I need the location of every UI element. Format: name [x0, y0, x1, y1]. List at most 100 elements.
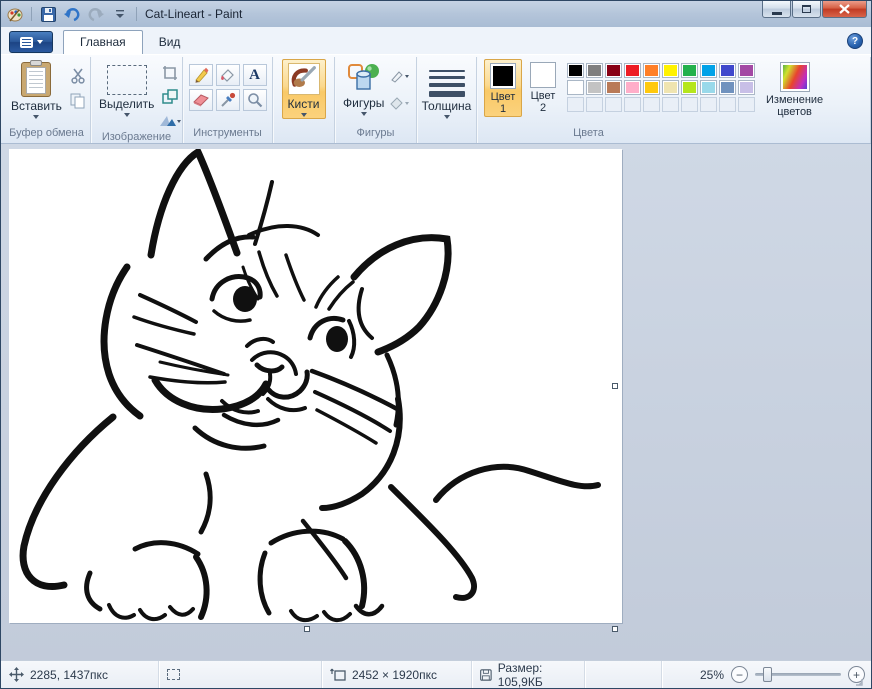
size-label: Толщина	[422, 99, 472, 113]
cat-drawing	[9, 149, 622, 623]
cut-button[interactable]	[67, 65, 89, 86]
palette-swatch[interactable]	[605, 63, 622, 78]
palette-empty-slot[interactable]	[700, 97, 717, 112]
palette-swatch[interactable]	[700, 63, 717, 78]
scissors-icon	[70, 68, 86, 84]
eraser-tool[interactable]	[189, 89, 213, 111]
palette-empty-slot[interactable]	[567, 97, 584, 112]
palette-swatch[interactable]	[586, 80, 603, 95]
color-picker-tool[interactable]	[216, 89, 240, 111]
group-label-colors: Цвета	[480, 127, 867, 143]
work-area	[1, 144, 871, 660]
paint-window: Cat-Lineart - Paint Главная Вид ? Встави…	[0, 0, 872, 689]
cursor-position-segment: 2285, 1437пкс	[1, 661, 159, 688]
maximize-button[interactable]	[792, 1, 821, 18]
window-controls	[761, 1, 867, 18]
palette-swatch[interactable]	[719, 63, 736, 78]
eraser-icon	[193, 93, 209, 107]
tab-home[interactable]: Главная	[63, 30, 143, 54]
group-size: Толщина	[417, 57, 477, 143]
ribbon-tab-row: Главная Вид ?	[1, 27, 871, 54]
copy-button[interactable]	[67, 90, 89, 111]
edit-colors-button[interactable]: Изменениецветов	[761, 59, 828, 119]
resize-button[interactable]	[159, 86, 181, 107]
magnifier-tool[interactable]	[243, 89, 267, 111]
pencil-icon	[193, 67, 209, 83]
text-tool[interactable]: A	[243, 64, 267, 86]
redo-button[interactable]	[86, 4, 106, 24]
zoom-slider[interactable]	[755, 673, 841, 676]
palette-swatch[interactable]	[586, 63, 603, 78]
qat-separator	[31, 7, 32, 21]
group-colors: Цвет1 Цвет2	[477, 57, 871, 143]
palette-empty-slot[interactable]	[738, 97, 755, 112]
palette-swatch[interactable]	[681, 80, 698, 95]
palette-empty-slot[interactable]	[643, 97, 660, 112]
color1-button[interactable]: Цвет1	[484, 59, 522, 117]
group-image: Выделить	[91, 57, 183, 143]
close-button[interactable]	[822, 1, 867, 18]
chevron-down-icon	[33, 115, 39, 119]
resize-icon	[162, 89, 178, 105]
palette-swatch[interactable]	[567, 63, 584, 78]
palette-swatch[interactable]	[567, 80, 584, 95]
palette-swatch[interactable]	[662, 80, 679, 95]
status-bar: 2285, 1437пкс 2452 × 1920пкс Размер: 105…	[1, 660, 871, 688]
shape-outline-button[interactable]	[389, 65, 411, 86]
palette-swatch[interactable]	[662, 63, 679, 78]
crop-button[interactable]	[159, 62, 181, 83]
group-shapes: Фигуры	[335, 57, 417, 143]
quick-access-toolbar	[5, 4, 139, 24]
color1-label: Цвет1	[491, 91, 516, 115]
palette-swatch[interactable]	[624, 80, 641, 95]
palette-empty-slot[interactable]	[605, 97, 622, 112]
fill-bucket-icon	[220, 67, 236, 83]
selection-size-segment	[159, 661, 322, 688]
select-label: Выделить	[99, 97, 154, 111]
copy-icon	[70, 93, 86, 109]
shapes-label: Фигуры	[343, 96, 384, 110]
brushes-button[interactable]: Кисти	[282, 59, 326, 119]
rotate-button[interactable]	[159, 110, 181, 131]
zoom-slider-thumb[interactable]	[763, 667, 772, 682]
palette-empty-slot[interactable]	[624, 97, 641, 112]
palette-swatch[interactable]	[605, 80, 622, 95]
palette-empty-slot[interactable]	[662, 97, 679, 112]
window-resize-grip[interactable]	[853, 676, 863, 686]
shapes-button[interactable]: Фигуры	[338, 59, 389, 117]
tab-view[interactable]: Вид	[143, 31, 197, 54]
size-button[interactable]: Толщина	[417, 59, 477, 120]
canvas-resize-handle-bottom[interactable]	[304, 626, 310, 632]
minimize-button[interactable]	[762, 1, 791, 18]
pencil-tool[interactable]	[189, 64, 213, 86]
color2-button[interactable]: Цвет2	[525, 59, 561, 115]
drawing-canvas[interactable]	[9, 149, 622, 623]
qat-customize-dropdown[interactable]	[110, 4, 130, 24]
fill-tool[interactable]	[216, 64, 240, 86]
palette-swatch[interactable]	[624, 63, 641, 78]
select-button[interactable]: Выделить	[94, 59, 159, 118]
application-menu-button[interactable]	[9, 31, 53, 53]
palette-swatch[interactable]	[738, 63, 755, 78]
shape-fill-button[interactable]	[389, 92, 411, 113]
palette-swatch[interactable]	[643, 80, 660, 95]
palette-empty-slot[interactable]	[681, 97, 698, 112]
palette-swatch[interactable]	[643, 63, 660, 78]
canvas-resize-handle-corner[interactable]	[612, 626, 618, 632]
paste-button[interactable]: Вставить	[6, 59, 67, 120]
palette-empty-slot[interactable]	[586, 97, 603, 112]
save-button[interactable]	[38, 4, 58, 24]
zoom-out-button[interactable]: −	[731, 666, 748, 683]
paint-app-icon[interactable]	[5, 4, 25, 24]
select-icon	[107, 65, 147, 95]
palette-empty-slot[interactable]	[719, 97, 736, 112]
color2-label: Цвет2	[531, 90, 556, 114]
undo-button[interactable]	[62, 4, 82, 24]
palette-swatch[interactable]	[700, 80, 717, 95]
help-button[interactable]: ?	[847, 33, 863, 49]
palette-swatch[interactable]	[719, 80, 736, 95]
ribbon: Вставить	[1, 54, 871, 144]
canvas-resize-handle-right[interactable]	[612, 383, 618, 389]
palette-swatch[interactable]	[681, 63, 698, 78]
palette-swatch[interactable]	[738, 80, 755, 95]
